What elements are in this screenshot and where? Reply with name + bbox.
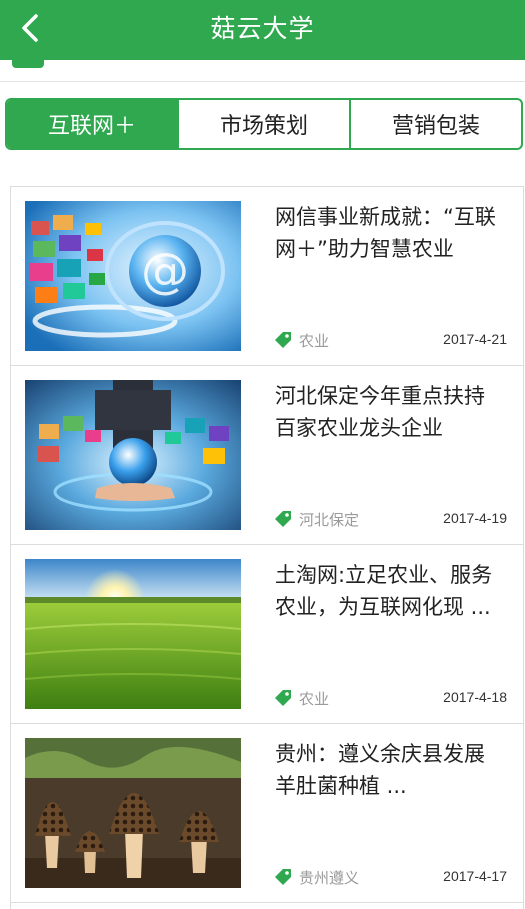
tag-icon bbox=[275, 690, 291, 706]
article-date: 2017-4-18 bbox=[443, 689, 507, 705]
tag-label: 农业 bbox=[299, 331, 330, 350]
list-item[interactable]: 贵州：遵义余庆县发展羊肚菌种植 ... 贵州遵义 2017-4-17 bbox=[11, 724, 523, 903]
tag-icon bbox=[275, 869, 291, 885]
morel-mushroom-image bbox=[25, 738, 241, 888]
strip-indicator bbox=[12, 60, 44, 68]
tag-icon bbox=[275, 332, 291, 348]
tag-label: 河北保定 bbox=[299, 510, 360, 529]
article-title[interactable]: 土淘网:立足农业、服务农业，为互联网化现 ... bbox=[275, 559, 505, 623]
article-list: @ 网信事业新成就：“互联网＋”助力智慧农业 农业 2017-4-21 河北保定… bbox=[10, 186, 524, 909]
article-date: 2017-4-17 bbox=[443, 868, 507, 884]
article-title[interactable]: 网信事业新成就：“互联网＋”助力智慧农业 bbox=[275, 201, 505, 265]
tag-icon bbox=[275, 511, 291, 527]
internet-globe-image: @ bbox=[25, 201, 241, 351]
article-date: 2017-4-19 bbox=[443, 510, 507, 526]
article-tag[interactable]: 河北保定 bbox=[273, 508, 359, 530]
article-tag[interactable]: 农业 bbox=[273, 329, 329, 351]
tab-internet-plus[interactable]: 互联网＋ bbox=[7, 100, 177, 148]
article-date: 2017-4-21 bbox=[443, 331, 507, 347]
category-tabs: 互联网＋ 市场策划 营销包装 bbox=[5, 98, 523, 150]
tab-marketing-packaging[interactable]: 营销包装 bbox=[349, 100, 521, 148]
article-title[interactable]: 河北保定今年重点扶持百家农业龙头企业 bbox=[275, 380, 505, 444]
article-tag[interactable]: 农业 bbox=[273, 687, 329, 709]
tab-market-planning[interactable]: 市场策划 bbox=[177, 100, 349, 148]
tag-label: 农业 bbox=[299, 689, 330, 708]
app-header: 菇云大学 bbox=[0, 0, 525, 60]
article-tag[interactable]: 贵州遵义 bbox=[273, 866, 359, 888]
list-item[interactable]: @ 网信事业新成就：“互联网＋”助力智慧农业 农业 2017-4-21 bbox=[11, 187, 523, 366]
hand-globe-image bbox=[25, 380, 241, 530]
list-item[interactable]: 土淘网:立足农业、服务农业，为互联网化现 ... 农业 2017-4-18 bbox=[11, 545, 523, 724]
article-title[interactable]: 贵州：遵义余庆县发展羊肚菌种植 ... bbox=[275, 738, 505, 802]
wheat-field-image bbox=[25, 559, 241, 709]
tag-label: 贵州遵义 bbox=[299, 868, 360, 887]
list-item[interactable]: 河北保定今年重点扶持百家农业龙头企业 河北保定 2017-4-19 bbox=[11, 366, 523, 545]
page-title: 菇云大学 bbox=[210, 14, 315, 43]
top-strip bbox=[0, 60, 525, 82]
svg-text:@: @ bbox=[141, 243, 189, 299]
